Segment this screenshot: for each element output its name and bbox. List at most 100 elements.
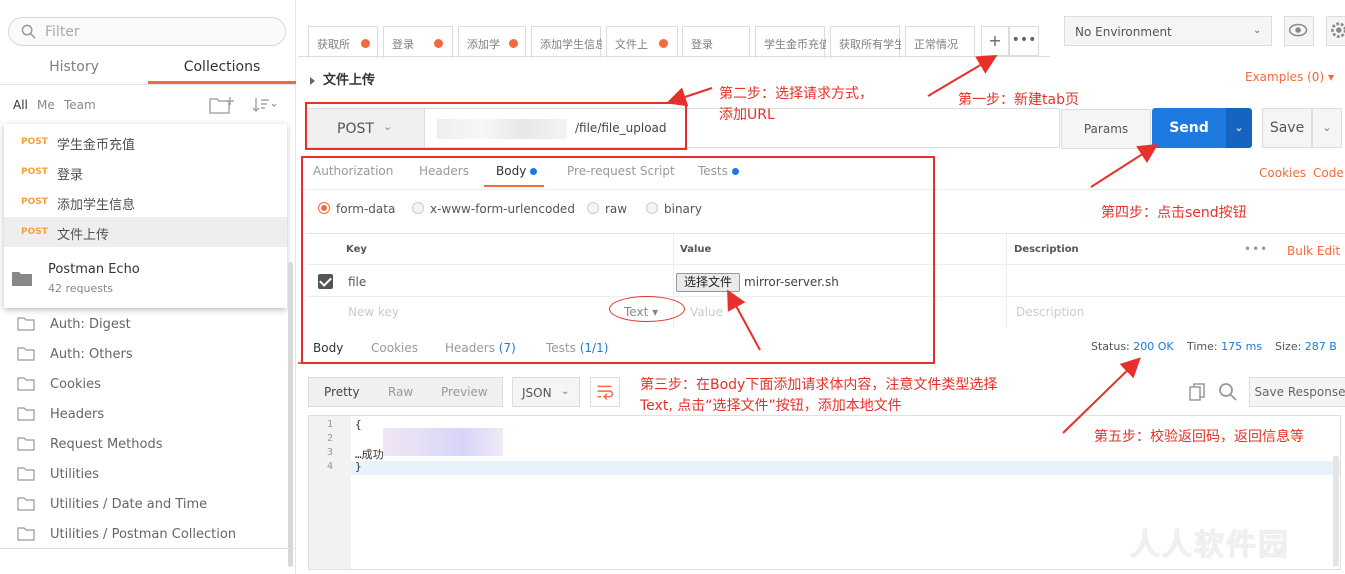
request-tab[interactable]: 登录 — [682, 26, 750, 58]
folder-name: Utilities / Date and Time — [50, 497, 208, 512]
format-label: JSON — [522, 386, 552, 400]
view-preview[interactable]: Preview — [441, 385, 488, 399]
request-tab[interactable]: 正常情况 — [905, 26, 975, 58]
collection-count: 42 requests — [48, 282, 114, 295]
annotation-step2-line2: 添加URL — [719, 107, 775, 123]
list-item[interactable]: POST 登录 — [4, 157, 287, 187]
time-readout: Time: 175 ms — [1187, 340, 1262, 353]
annotation-step5: 第五步：校验返回码，返回信息等 — [1094, 429, 1304, 445]
scope-team[interactable]: Team — [64, 98, 96, 112]
view-raw[interactable]: Raw — [388, 385, 413, 399]
folder-icon — [17, 437, 35, 451]
wrap-lines-button[interactable] — [590, 377, 620, 407]
send-dropdown-button[interactable]: ⌄ — [1226, 108, 1252, 148]
method-badge: POST — [21, 137, 48, 147]
time-label: Time: — [1187, 340, 1218, 353]
sidebar-scrollbar[interactable] — [288, 262, 293, 567]
filter-input[interactable] — [45, 22, 275, 42]
folder-icon — [17, 317, 35, 331]
annotation-step3-line1: 第三步：在Body下面添加请求体内容，注意文件类型选择 — [640, 377, 998, 393]
tab-collections[interactable]: Collections — [148, 52, 296, 84]
unsaved-dot — [509, 39, 518, 48]
send-button[interactable]: Send — [1152, 108, 1226, 148]
more-tabs-button[interactable]: ••• — [1009, 26, 1039, 56]
request-tab[interactable]: 获取所有学生 — [830, 26, 901, 58]
collection-requests-panel: POST 学生金币充值 POST 登录 POST 添加学生信息 POST 文件上… — [4, 124, 287, 308]
folder-item[interactable]: Cookies — [0, 369, 290, 399]
unsaved-dot — [659, 39, 668, 48]
environment-select[interactable]: No Environment ⌄ — [1064, 16, 1272, 46]
folder-icon — [12, 272, 32, 286]
list-item[interactable]: POST 文件上传 — [4, 217, 287, 247]
save-button[interactable]: Save — [1262, 108, 1312, 148]
params-button[interactable]: Params — [1061, 109, 1151, 149]
request-tab[interactable]: 添加学生信息 — [531, 26, 602, 58]
scope-me[interactable]: Me — [37, 98, 55, 112]
environment-quick-look-button[interactable] — [1284, 16, 1314, 46]
filter-box[interactable] — [8, 17, 286, 46]
method-badge: POST — [21, 227, 48, 237]
active-line-highlight — [351, 461, 1340, 475]
examples-label: Examples (0) — [1245, 70, 1325, 84]
new-tab-button[interactable]: + — [981, 26, 1009, 56]
bulk-edit-link[interactable]: Bulk Edit — [1287, 244, 1340, 258]
settings-button[interactable] — [1326, 16, 1345, 46]
search-icon[interactable] — [1218, 382, 1238, 402]
environment-label: No Environment — [1075, 25, 1172, 39]
sort-icon[interactable] — [252, 96, 278, 114]
annotation-step4: 第四步：点击send按钮 — [1101, 205, 1247, 221]
code-link[interactable]: Code — [1313, 166, 1344, 180]
annotation-step2-line1: 第二步：选择请求方式， — [719, 86, 873, 102]
folder-item[interactable]: Auth: Others — [0, 339, 290, 369]
folder-item[interactable]: Request Methods — [0, 429, 290, 459]
new-collection-icon[interactable] — [209, 96, 235, 114]
tab-history[interactable]: History — [0, 52, 148, 84]
request-tab[interactable]: 学生金币充值 — [755, 26, 826, 58]
folder-icon — [17, 347, 35, 361]
folder-item[interactable]: Auth: Digest — [0, 309, 290, 339]
request-name: 文件上传 — [57, 228, 110, 243]
annotation-step1: 第一步：新建tab页 — [958, 92, 1079, 108]
more-options-icon[interactable]: ••• — [1244, 242, 1268, 256]
divider — [0, 548, 296, 549]
folder-name: Request Methods — [50, 437, 163, 452]
save-dropdown-button[interactable]: ⌄ — [1312, 108, 1342, 148]
line-number: 2 — [327, 433, 334, 444]
save-response-button[interactable]: Save Response — [1249, 377, 1345, 407]
code-line: { — [355, 418, 362, 431]
request-tab[interactable]: 添加学 — [458, 26, 526, 58]
request-tab-active[interactable]: 文件上 — [606, 26, 678, 58]
request-tab[interactable]: 获取所 — [308, 26, 378, 58]
response-time: 175 ms — [1221, 340, 1263, 353]
folder-item[interactable]: Utilities / Date and Time — [0, 489, 290, 519]
unsaved-dot — [361, 39, 370, 48]
new-description-input[interactable]: Description — [1016, 305, 1084, 319]
tab-label: 获取所 — [317, 38, 350, 51]
folder-item[interactable]: Utilities / Postman Collection — [0, 519, 290, 549]
response-size: 287 B — [1304, 340, 1337, 353]
editor-scrollbar[interactable] — [1333, 456, 1339, 566]
collection-postman-echo[interactable]: Postman Echo 42 requests — [4, 256, 287, 304]
tab-label: 添加学生信息 — [540, 38, 602, 51]
folder-item[interactable]: Utilities — [0, 459, 290, 489]
method-badge: POST — [21, 197, 48, 207]
folder-icon — [17, 527, 35, 541]
chevron-down-icon: ⌄ — [1322, 121, 1332, 134]
request-name: 登录 — [57, 168, 84, 183]
request-tab[interactable]: 登录 — [383, 26, 453, 58]
examples-dropdown[interactable]: Examples (0) ▾ — [1245, 70, 1334, 84]
list-item[interactable]: POST 学生金币充值 — [4, 127, 287, 157]
list-item[interactable]: POST 添加学生信息 — [4, 187, 287, 217]
copy-icon[interactable] — [1188, 382, 1208, 402]
collection-name: Postman Echo — [48, 262, 140, 277]
line-number: 1 — [327, 419, 334, 430]
folder-name: Utilities — [50, 467, 99, 482]
request-title[interactable]: 文件上传 — [310, 69, 375, 88]
redacted-response-content — [383, 428, 503, 456]
folder-item[interactable]: Headers — [0, 399, 290, 429]
format-select[interactable]: JSON ⌄ — [512, 377, 580, 407]
size-label: Size: — [1275, 340, 1302, 353]
scope-all[interactable]: All — [13, 98, 28, 112]
view-pretty[interactable]: Pretty — [324, 385, 360, 399]
cookies-link[interactable]: Cookies — [1259, 166, 1306, 180]
